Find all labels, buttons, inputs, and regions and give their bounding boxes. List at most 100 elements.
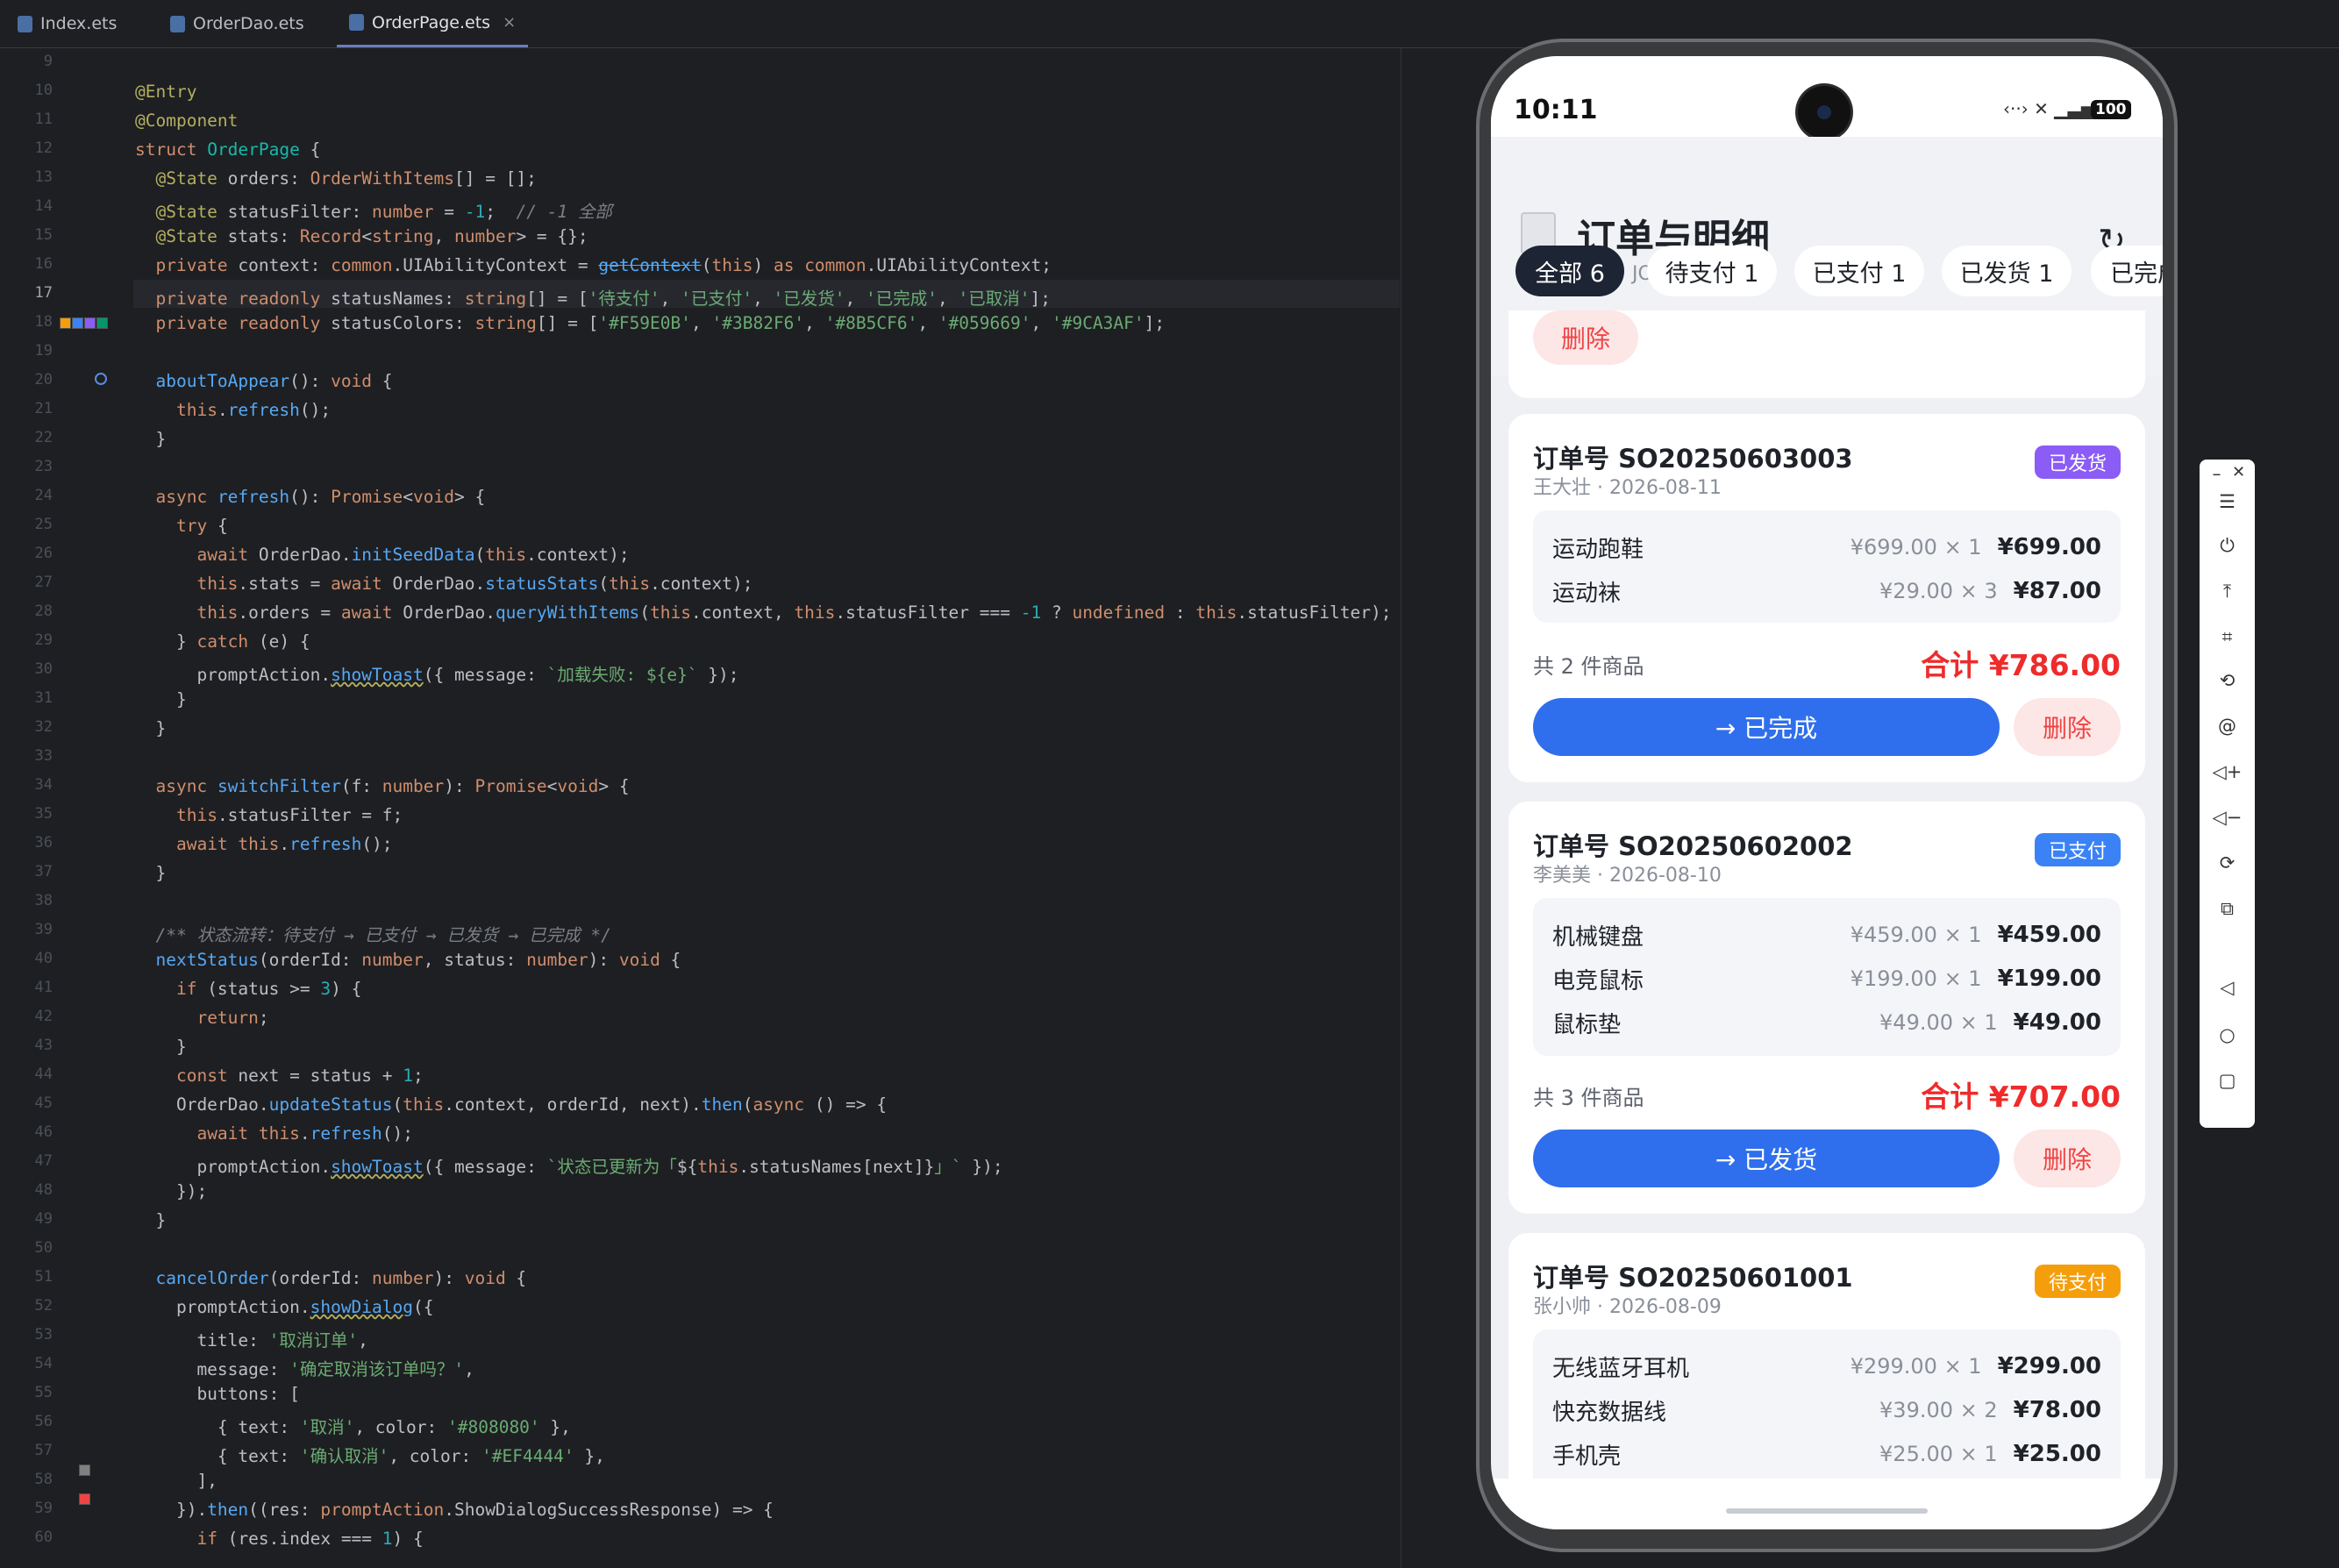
code-line: private readonly statusNames: string[] =… (155, 289, 1051, 309)
status-badge: 待支付 (2034, 1265, 2121, 1298)
item-name: 电竞鼠标 (1552, 967, 1644, 994)
item-qty: ¥299.00 × 1 (1850, 1354, 1982, 1379)
tab-label: OrderPage.ets (372, 12, 491, 32)
code-editor[interactable]: @Entry @Component struct OrderPage { @St… (133, 48, 1400, 1568)
delete-button[interactable]: 删除 (2014, 1130, 2121, 1187)
list-item: 运动袜 ¥29.00 × 3 ¥87.00 (1552, 574, 2101, 609)
delete-button[interactable]: 删除 (1533, 310, 1638, 365)
code-line: struct OrderPage { (135, 139, 321, 160)
home-icon[interactable]: ○ (2200, 1024, 2255, 1045)
volume-up-icon[interactable]: ◁+ (2200, 761, 2255, 782)
tab-index-ets[interactable]: Index.ets (18, 0, 117, 47)
order-card-partial: 删除 (1508, 310, 2145, 398)
code-line: private readonly statusColors: string[] … (155, 313, 1166, 333)
line-number: 21 (34, 400, 53, 417)
next-status-button[interactable]: → 已发货 (1533, 1130, 2000, 1187)
chip-shipped[interactable]: 已发货 1 (1942, 246, 2072, 296)
item-qty: ¥699.00 × 1 (1850, 535, 1982, 559)
code-line: this.statusFilter = f; (175, 805, 403, 825)
line-number: 22 (34, 429, 53, 446)
code-line: try { (175, 516, 228, 536)
color-swatch[interactable] (79, 1465, 90, 1476)
line-number: 49 (34, 1210, 53, 1228)
crop-icon[interactable]: ⌗ (2200, 626, 2255, 648)
item-total: ¥25.00 (2013, 1441, 2101, 1467)
chip-paid[interactable]: 已支付 1 (1794, 246, 1924, 296)
item-count: 共 3 件商品 (1533, 1086, 1644, 1110)
tab-label: OrderDao.ets (193, 14, 304, 33)
code-line: this.stats = await OrderDao.statusStats(… (196, 574, 753, 594)
battery-icon: 100 (2091, 100, 2131, 119)
line-number: 35 (34, 805, 53, 823)
list-item: 运动跑鞋 ¥699.00 × 1 ¥699.00 (1552, 530, 2101, 565)
code-line: if (res.index === 1) { (196, 1529, 424, 1549)
line-number: 58 (34, 1471, 53, 1488)
line-number: 52 (34, 1297, 53, 1315)
order-customer-date: 王大壮 · 2026-08-11 (1533, 477, 1722, 499)
order-card: 订单号 SO20250603003 王大壮 · 2026-08-11 已发货 运… (1508, 414, 2145, 782)
recent-icon[interactable]: ▢ (2200, 1070, 2255, 1091)
close-icon[interactable]: ✕ (2211, 463, 2266, 481)
back-icon[interactable]: ◁ (2200, 977, 2255, 998)
menu-icon[interactable]: ☰ (2200, 491, 2255, 512)
item-count: 共 2 件商品 (1533, 654, 1644, 679)
tab-orderdao-ets[interactable]: OrderDao.ets (170, 0, 304, 47)
line-number: 23 (34, 458, 53, 475)
code-line: if (status >= 3) { (175, 979, 362, 999)
color-swatch[interactable] (72, 317, 83, 329)
item-qty: ¥29.00 × 3 (1879, 579, 1998, 603)
code-line: nextStatus(orderId: number, status: numb… (155, 950, 681, 970)
line-number: 43 (34, 1037, 53, 1054)
color-swatch[interactable] (60, 317, 71, 329)
item-name: 鼠标垫 (1552, 1011, 1622, 1038)
line-number: 55 (34, 1384, 53, 1401)
line-number: 16 (34, 255, 53, 273)
line-number: 40 (34, 950, 53, 967)
code-line: }); (135, 1181, 208, 1201)
chip-pending[interactable]: 待支付 1 (1647, 246, 1777, 296)
line-number: 54 (34, 1355, 53, 1372)
override-marker-icon[interactable] (95, 373, 107, 385)
order-customer-date: 李美美 · 2026-08-10 (1533, 865, 1722, 887)
volume-down-icon[interactable]: ◁− (2200, 807, 2255, 828)
order-sum: 合计 ¥786.00 (1921, 648, 2121, 682)
line-number: 42 (34, 1008, 53, 1025)
close-icon[interactable]: × (503, 13, 516, 32)
color-swatch[interactable] (96, 317, 108, 329)
multi-device-icon[interactable]: ⧉ (2200, 898, 2255, 920)
rotate-icon[interactable]: ⟲ (2200, 670, 2255, 691)
line-number: 46 (34, 1123, 53, 1141)
line-number: 48 (34, 1181, 53, 1199)
pin-top-icon[interactable]: ⤒ (2200, 581, 2255, 602)
code-line: async refresh(): Promise<void> { (155, 487, 486, 507)
at-icon[interactable]: @ (2200, 716, 2255, 737)
line-number: 10 (34, 82, 53, 99)
code-line: OrderDao.updateStatus(this.context, orde… (135, 1094, 888, 1115)
code-line: } (135, 1037, 187, 1057)
item-total: ¥49.00 (2013, 1009, 2101, 1036)
code-line: promptAction.showToast({ message: `状态已更新… (135, 1157, 1003, 1177)
file-icon (349, 14, 364, 31)
code-line: } catch (e) { (135, 631, 310, 652)
fold-icon[interactable]: ⟳ (2200, 852, 2255, 873)
line-number: 50 (34, 1239, 53, 1257)
list-item: 机械键盘 ¥459.00 × 1 ¥459.00 (1552, 917, 2101, 952)
code-line: @State stats: Record<string, number> = {… (155, 226, 588, 246)
code-line: /** 状态流转：待支付 → 已支付 → 已发货 → 已完成 */ (155, 925, 611, 945)
line-number: 56 (34, 1413, 53, 1430)
code-line: @State orders: OrderWithItems[] = []; (155, 168, 537, 189)
chip-all[interactable]: 全部 6 (1515, 246, 1624, 296)
power-icon[interactable]: ⏻ (2200, 535, 2255, 557)
home-indicator[interactable] (1726, 1508, 1928, 1514)
previewer-toolbar: – ✕ ☰ ⏻ ⤒ ⌗ ⟲ @ ◁+ ◁− ⟳ ⧉ ◁ ○ ▢ (2200, 460, 2255, 1128)
color-swatch[interactable] (84, 317, 96, 329)
line-number: 25 (34, 516, 53, 533)
color-swatch[interactable] (79, 1493, 90, 1505)
item-name: 手机壳 (1552, 1443, 1622, 1470)
code-line: }).then((res: promptAction.ShowDialogSuc… (135, 1500, 774, 1520)
code-line: ], (135, 1471, 217, 1491)
next-status-button[interactable]: → 已完成 (1533, 698, 2000, 756)
tab-orderpage-ets[interactable]: OrderPage.ets × (337, 0, 529, 47)
chip-completed[interactable]: 已完成 (2091, 246, 2163, 296)
delete-button[interactable]: 删除 (2014, 698, 2121, 756)
